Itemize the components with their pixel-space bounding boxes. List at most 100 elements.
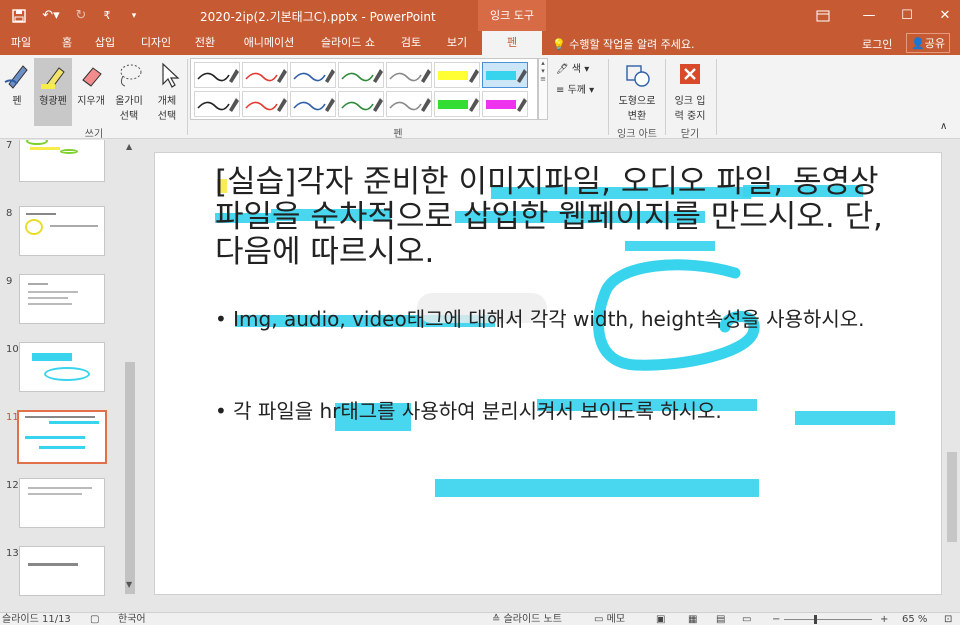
tell-me-search[interactable]: 💡 수행할 작업을 알려 주세요.	[552, 36, 695, 52]
tab-insert[interactable]: 삽입	[88, 31, 122, 55]
ink-scribble	[25, 219, 43, 235]
pen-swatch[interactable]	[290, 91, 336, 117]
pen-icon	[197, 69, 239, 83]
normal-view-icon[interactable]: ▣	[656, 613, 665, 625]
close-icon[interactable]: ✕	[922, 0, 960, 31]
language-indicator[interactable]: 한국어	[118, 613, 146, 625]
ink-scribble	[26, 140, 48, 145]
sorter-view-icon[interactable]: ▦	[688, 613, 697, 625]
thumb-number: 13	[6, 548, 19, 559]
pen-swatch[interactable]	[386, 91, 432, 117]
zoom-slider-thumb[interactable]	[814, 615, 817, 624]
slide-thumbnail-8[interactable]	[19, 206, 105, 256]
tab-pen[interactable]: 펜	[482, 31, 542, 55]
ribbon-display-icon[interactable]	[800, 0, 846, 31]
pen-swatch[interactable]	[338, 91, 384, 117]
pen-swatch[interactable]	[242, 91, 288, 117]
comments-icon: ▭	[594, 614, 607, 625]
pen-swatch[interactable]	[482, 91, 528, 117]
thumb-number: 10	[6, 344, 19, 355]
object-select-label-1: 개체	[157, 96, 177, 107]
pen-swatch[interactable]	[338, 62, 384, 88]
pen-swatch[interactable]	[482, 62, 528, 88]
share-button[interactable]: 👤공유	[906, 33, 950, 53]
redo-icon[interactable]: ↻	[70, 6, 92, 26]
pen-color-label: 색	[571, 64, 582, 75]
scroll-down-icon[interactable]: ▼	[126, 580, 132, 589]
login-link[interactable]: 로그인	[862, 36, 892, 52]
pen-thickness-dropdown[interactable]: ≡ 두께 ▾	[556, 81, 594, 96]
pen-swatch[interactable]	[386, 62, 432, 88]
bullet-item-1[interactable]: • Img, audio, video태그에 대해서 각각 width, hei…	[215, 307, 915, 331]
undo-icon[interactable]: ↶▾	[36, 6, 66, 26]
bullet-text-1: Img, audio, video태그에 대해서 각각 width, heigh…	[233, 307, 865, 331]
pen-icon	[245, 98, 287, 112]
color-icon: 🖊	[556, 64, 569, 75]
tab-slideshow[interactable]: 슬라이드 쇼	[314, 31, 382, 55]
pen-swatch[interactable]	[242, 62, 288, 88]
highlighter-tool-button[interactable]: 형광펜	[34, 58, 72, 126]
pen-color-dropdown[interactable]: 🖊 색 ▾	[556, 60, 589, 75]
pen-swatch[interactable]	[290, 62, 336, 88]
zoom-out-icon[interactable]: −	[772, 613, 780, 625]
bullet-item-2[interactable]: • 각 파일을 hr태그를 사용하여 분리시켜서 보이도록 하시오.	[215, 399, 915, 423]
slide-canvas[interactable]: [실습]각자 준비한 이미지파일, 오디오 파일, 동영상 파일을 순차적으로 …	[154, 152, 942, 595]
gallery-scroll[interactable]: ▴ ▾ ≡	[538, 58, 548, 120]
group-divider	[187, 59, 188, 135]
ink-scribble	[60, 149, 78, 154]
tab-view[interactable]: 보기	[440, 31, 474, 55]
fit-slide-icon[interactable]: ⊡	[944, 613, 952, 625]
slide-thumbnail-9[interactable]	[19, 274, 105, 324]
status-bar: 슬라이드 11/13 ▢ 한국어 ≙ 슬라이드 노트 ▭ 메모 ▣ ▦ ▤ ▭ …	[0, 612, 960, 625]
slide-thumbnail-13[interactable]	[19, 546, 105, 596]
collapse-ribbon-icon[interactable]: ∧	[940, 121, 947, 132]
tell-me-label: 수행할 작업을 알려 주세요.	[569, 38, 695, 51]
spellcheck-icon[interactable]: ▢	[90, 613, 99, 625]
thumb-text-line	[28, 487, 92, 489]
eraser-tool-button[interactable]: 지우개	[74, 58, 108, 126]
zoom-in-icon[interactable]: +	[880, 613, 888, 625]
tab-animations[interactable]: 애니메이션	[236, 31, 302, 55]
object-select-button[interactable]: 개체 선택	[150, 58, 184, 126]
pen-swatch[interactable]	[434, 62, 480, 88]
highlighter-icon	[41, 67, 65, 89]
tab-file[interactable]: 파일	[4, 31, 38, 55]
lasso-select-button[interactable]: 올가미 선택	[110, 58, 148, 126]
tab-design[interactable]: 디자인	[134, 31, 178, 55]
stop-inking-button[interactable]: 잉크 입 력 중지	[668, 58, 712, 126]
pen-swatch[interactable]	[194, 91, 240, 117]
tab-review[interactable]: 검토	[394, 31, 428, 55]
slide-scroll-thumb[interactable]	[947, 452, 957, 542]
slide-thumbnail-10[interactable]	[19, 342, 105, 392]
pen-swatch[interactable]	[434, 91, 480, 117]
highlighter-icon	[438, 98, 479, 112]
scroll-up-icon[interactable]: ▲	[126, 142, 132, 151]
ribbon-tabs: 파일 홈 삽입 디자인 전환 애니메이션 슬라이드 쇼 검토 보기 펜 💡 수행…	[0, 31, 960, 55]
slide-title[interactable]: [실습]각자 준비한 이미지파일, 오디오 파일, 동영상 파일을 순차적으로 …	[215, 165, 895, 270]
save-icon[interactable]	[8, 6, 30, 26]
qat-presenter-icon[interactable]: ₹	[96, 6, 118, 26]
thumbnail-scroll-thumb[interactable]	[125, 362, 135, 594]
pen-icon	[197, 98, 239, 112]
slide-thumbnail-12[interactable]	[19, 478, 105, 528]
reading-view-icon[interactable]: ▤	[716, 613, 725, 625]
tab-home[interactable]: 홈	[54, 31, 80, 55]
convert-to-shapes-button[interactable]: 도형으로 변환	[612, 58, 662, 126]
convert-label-1: 도형으로	[618, 96, 656, 107]
slide-scrollbar[interactable]	[944, 140, 960, 612]
tab-transitions[interactable]: 전환	[188, 31, 222, 55]
thumb-text-line	[25, 416, 95, 418]
zoom-level[interactable]: 65 %	[902, 613, 927, 625]
thumbnail-scrollbar[interactable]: ▲ ▼	[122, 140, 138, 594]
slide-thumbnail-7[interactable]	[19, 140, 105, 182]
slideshow-view-icon[interactable]: ▭	[742, 613, 751, 625]
pen-tool-button[interactable]: 펜	[2, 58, 32, 126]
pen-icon	[389, 98, 431, 112]
slide-thumbnail-11[interactable]	[17, 410, 107, 464]
lasso-select-label-2: 선택	[119, 111, 139, 122]
qat-customize-icon[interactable]: ▾	[126, 6, 142, 26]
pen-swatch[interactable]	[194, 62, 240, 88]
comments-toggle[interactable]: ▭ 메모	[594, 613, 625, 625]
pen-icon	[341, 69, 383, 83]
notes-toggle[interactable]: ≙ 슬라이드 노트	[492, 613, 562, 625]
